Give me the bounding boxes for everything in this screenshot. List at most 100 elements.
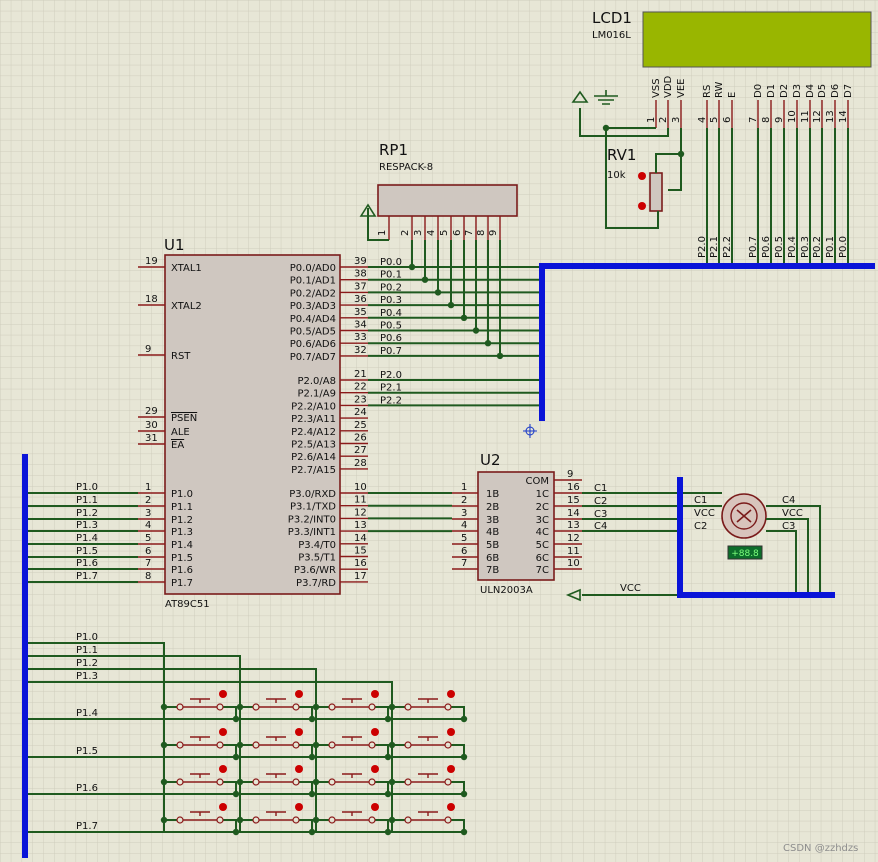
u1-pin-number: 39 — [354, 256, 367, 267]
junction-dot — [160, 778, 168, 786]
net-label: P1.7 — [76, 821, 98, 832]
net-label: P1.5 — [76, 546, 98, 557]
junction-dot — [384, 828, 392, 836]
junction-dot — [312, 816, 320, 824]
rv1-ref: RV1 — [607, 146, 636, 164]
net-label: P1.7 — [76, 571, 98, 582]
u1-pin-name: P2.5/A13 — [291, 440, 336, 451]
u2-pin-name: 2B — [486, 502, 499, 513]
lcd-pin-name: D4 — [805, 84, 816, 98]
u1-pin-name: P2.3/A11 — [291, 414, 336, 425]
net-label: C2 — [594, 496, 607, 507]
u1-pin-number: 35 — [354, 307, 367, 318]
u2-pin-number: 3 — [461, 508, 467, 519]
u1-pin-number: 15 — [354, 546, 367, 557]
u2-pin-number: 12 — [567, 533, 580, 544]
motor-readout-text: +88.8 — [731, 549, 759, 559]
u2-pin-name: 4C — [536, 527, 549, 538]
u1-pin-number: 32 — [354, 345, 367, 356]
u2-pin-name: 4B — [486, 527, 499, 538]
u1-component[interactable]: U1 AT89C51 19XTAL118XTAL29RST29PSEN30ALE… — [138, 236, 368, 610]
net-label: P0.2 — [380, 282, 402, 293]
u1-pin-name: XTAL2 — [171, 301, 202, 312]
net-label: P2.2 — [380, 395, 402, 406]
junction-dot — [308, 753, 316, 761]
u2-pin-name: 7C — [536, 565, 549, 576]
net-label: P1.2 — [76, 658, 98, 669]
u1-pin-name: PSEN — [171, 413, 197, 424]
schematic-canvas[interactable]: LCD1 LM016L VSS 1 VDD 2 VEE 3 RS 4 RW 5 E 6 D0 7 D1 8 D2… — [0, 0, 878, 862]
u1-pin-name: P0.7/AD7 — [290, 352, 336, 363]
schematic-svg[interactable]: LCD1 LM016L VSS 1 VDD 2 VEE 3 RS 4 RW 5 E 6 D0 7 D1 8 D2… — [0, 0, 878, 862]
junction-dot — [160, 703, 168, 711]
u1-pin-number: 2 — [145, 495, 151, 506]
u1-pin-name: P0.4/AD4 — [290, 314, 336, 325]
u2-ref: U2 — [480, 451, 501, 469]
u2-pin-number: 6 — [461, 546, 467, 557]
net-label: P1.2 — [76, 508, 98, 519]
u1-pin-number: 37 — [354, 281, 367, 292]
rp1-pin-number: 7 — [464, 230, 475, 236]
button-probe — [295, 728, 303, 736]
button-probe — [371, 803, 379, 811]
junction-dot — [236, 816, 244, 824]
net-label: P0.5 — [774, 236, 785, 258]
junction-dot — [160, 816, 168, 824]
button-probe — [371, 690, 379, 698]
u1-pin-number: 10 — [354, 482, 367, 493]
rp1-ref: RP1 — [379, 141, 408, 159]
u1-pin-number: 14 — [354, 533, 367, 544]
button-probe — [295, 690, 303, 698]
button-probe — [371, 765, 379, 773]
rv1-probe-bottom — [638, 202, 646, 210]
junction-dot — [232, 715, 240, 723]
junction-dot — [408, 263, 416, 271]
net-label: P1.0 — [76, 482, 98, 493]
rv1-probe-top — [638, 172, 646, 180]
rp1-model: RESPACK-8 — [379, 162, 433, 173]
u1-pin-name: EA — [171, 440, 184, 451]
u2-pin-name: 6B — [486, 553, 499, 564]
u1-pin-name: P3.0/RXD — [289, 489, 336, 500]
u1-pin-name: P2.1/A9 — [297, 389, 336, 400]
junction-dot — [232, 753, 240, 761]
rp1-pin-number: 5 — [439, 230, 450, 236]
u1-pin-number: 9 — [145, 344, 151, 355]
net-label: P0.7 — [748, 236, 759, 258]
lcd-model: LM016L — [592, 30, 631, 41]
net-label: P0.3 — [800, 236, 811, 258]
motor-terminal-label: VCC — [782, 508, 803, 519]
net-label: P1.4 — [76, 708, 98, 719]
button-probe — [219, 765, 227, 773]
u1-pin-name: P2.6/A14 — [291, 452, 336, 463]
u2-pin-number: 14 — [567, 508, 580, 519]
u1-pin-name: P1.2 — [171, 515, 193, 526]
u1-pin-name: P0.2/AD2 — [290, 288, 336, 299]
net-label: P1.6 — [76, 783, 98, 794]
u2-pin-number: 15 — [567, 495, 580, 506]
u1-pin-name: P3.7/RD — [296, 578, 336, 589]
button-probe — [219, 803, 227, 811]
u1-pin-name: P3.1/TXD — [290, 502, 336, 513]
lcd-pin-name: VDD — [663, 75, 674, 98]
u1-pin-number: 33 — [354, 332, 367, 343]
junction-dot — [384, 790, 392, 798]
lcd-pin-name: D7 — [843, 84, 854, 98]
u1-pin-name: P1.7 — [171, 578, 193, 589]
u1-pin-number: 21 — [354, 369, 367, 380]
net-label: P0.3 — [380, 295, 402, 306]
button-probe — [447, 765, 455, 773]
junction-dot — [388, 741, 396, 749]
rv1-body — [649, 172, 663, 212]
lcd-pin-name: RS — [702, 85, 713, 98]
net-label: P0.1 — [825, 236, 836, 258]
u2-pin-number: 9 — [567, 469, 573, 480]
junction-dot — [312, 741, 320, 749]
u2-pin-name: COM — [526, 476, 549, 487]
junction-dot — [484, 340, 492, 347]
net-label: C3 — [594, 509, 607, 520]
u1-pin-name: P3.4/T0 — [298, 540, 336, 551]
motor-terminal-label: C2 — [694, 521, 707, 532]
lcd-ref: LCD1 — [592, 9, 632, 27]
junction-dot — [447, 301, 455, 309]
